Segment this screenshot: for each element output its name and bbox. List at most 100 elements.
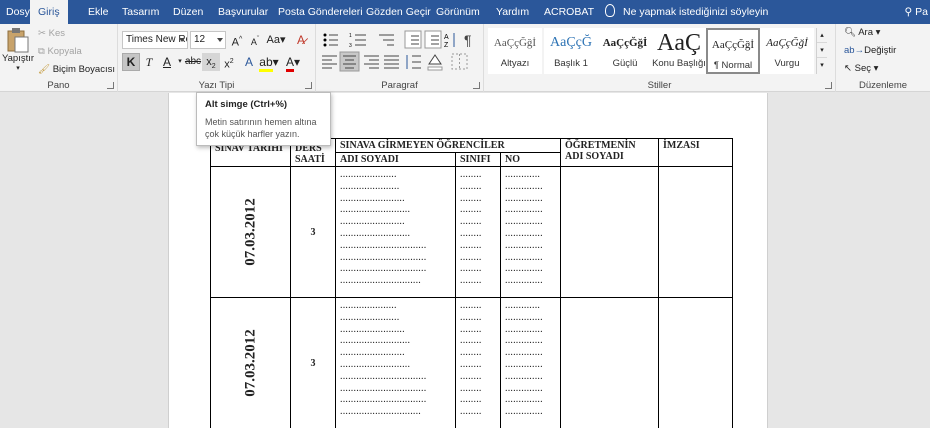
teacher-name-cell[interactable]	[560, 166, 659, 298]
dotted-line: ..............	[505, 251, 543, 263]
borders-icon[interactable]	[451, 53, 468, 70]
paste-label: Yapıştır	[2, 53, 35, 64]
style-baslik-1[interactable]: AaÇçĞ Başlık 1	[544, 28, 598, 74]
style-vurgu[interactable]: AaÇçĞğİ Vurgu	[760, 28, 814, 74]
font-launcher-icon[interactable]	[305, 82, 312, 89]
tab-ekle[interactable]: Ekle	[88, 0, 108, 24]
tab-duzen[interactable]: Düzen	[173, 0, 203, 24]
header-class: SINIFI	[455, 152, 501, 167]
dotted-line: ........	[460, 275, 482, 287]
italic-button[interactable]: T	[140, 53, 158, 71]
align-center-icon[interactable]	[339, 51, 360, 72]
text-effects-icon[interactable]: A	[240, 53, 258, 71]
student-class-cell[interactable]: ........................................…	[455, 297, 501, 428]
align-right-icon[interactable]	[364, 55, 379, 69]
subscript-button[interactable]: x2	[202, 53, 220, 71]
style-altyazi[interactable]: AaÇçĞğİ Altyazı	[488, 28, 542, 74]
font-size-select[interactable]: 12	[190, 31, 226, 49]
exam-date-cell[interactable]: 07.03.2012	[210, 166, 291, 298]
underline-dropdown-icon[interactable]: ▾	[176, 53, 184, 71]
dotted-line: ........	[460, 192, 482, 204]
svg-text:3: 3	[349, 43, 352, 49]
decrease-indent-icon[interactable]	[404, 30, 422, 49]
align-left-icon[interactable]	[322, 55, 337, 69]
tab-giris[interactable]: Giriş	[30, 0, 68, 24]
tell-me-box[interactable]: Ne yapmak istediğinizi söyleyin	[605, 0, 768, 24]
select-button[interactable]: ↖ Seç ▾	[844, 63, 878, 74]
tab-tasarim[interactable]: Tasarım	[122, 0, 159, 24]
dotted-line: ........	[460, 311, 482, 323]
highlight-color-button[interactable]: ab▾	[258, 53, 280, 72]
tab-gozden-gecir[interactable]: Gözden Geçir	[366, 0, 431, 24]
change-case-button[interactable]: Aa▾	[264, 31, 288, 49]
replace-button[interactable]: ab→Değiştir	[844, 45, 896, 56]
student-no-cell[interactable]: ........................................…	[500, 166, 561, 298]
signature-cell[interactable]	[658, 166, 733, 298]
teacher-name-cell[interactable]	[560, 297, 659, 428]
increase-indent-icon[interactable]	[424, 30, 442, 49]
shrink-font-button[interactable]: Aˇ	[246, 31, 264, 49]
dotted-line: ................................	[340, 394, 427, 406]
paste-icon	[7, 28, 29, 53]
clipboard-group-label: Pano	[47, 80, 70, 91]
student-no-cell[interactable]: ........................................…	[500, 297, 561, 428]
styles-launcher-icon[interactable]	[825, 82, 832, 89]
copy-icon: ⧉	[38, 46, 45, 57]
style-konu-basligi[interactable]: AaÇ Konu Başlığı	[652, 28, 706, 74]
paragraph-launcher-icon[interactable]	[473, 82, 480, 89]
strikethrough-button[interactable]: abc	[184, 53, 202, 71]
clear-formatting-icon[interactable]: A̷	[292, 31, 310, 49]
style-name: Başlık 1	[554, 58, 588, 69]
underline-button[interactable]: A	[158, 53, 176, 71]
cut-button[interactable]: ✂ Kes	[38, 28, 65, 39]
style-guclu[interactable]: AaÇçĞğİ Güçlü	[598, 28, 652, 74]
bullets-icon[interactable]	[323, 33, 339, 47]
copy-button[interactable]: ⧉ Kopyala	[38, 46, 82, 57]
font-color-button[interactable]: A▾	[282, 53, 304, 72]
paste-button[interactable]: Yapıştır ▾	[2, 27, 34, 72]
show-marks-icon[interactable]: ¶	[464, 32, 472, 48]
tab-gorunum[interactable]: Görünüm	[436, 0, 480, 24]
exam-hour[interactable]: 3	[290, 297, 336, 428]
dotted-line: ........	[460, 239, 482, 251]
bold-button[interactable]: K	[122, 53, 140, 71]
superscript-button[interactable]: x2	[220, 53, 238, 71]
student-class-cell[interactable]: ........................................…	[455, 166, 501, 298]
dotted-line: ..............	[505, 180, 543, 192]
signature-cell[interactable]	[658, 297, 733, 428]
font-family-select[interactable]: Times New Ro	[122, 31, 188, 49]
style-normal[interactable]: AaÇçĞğİ ¶ Normal	[706, 28, 760, 74]
grow-font-button[interactable]: A^	[228, 31, 246, 49]
shading-icon[interactable]	[427, 54, 443, 71]
svg-text:A: A	[444, 34, 449, 41]
table-row: 07.03.2012 3 ...........................…	[210, 166, 733, 298]
justify-icon[interactable]	[384, 55, 399, 69]
tab-acrobat[interactable]: ACROBAT	[544, 0, 594, 24]
sort-icon[interactable]: AZ	[444, 33, 455, 49]
clipboard-launcher-icon[interactable]	[107, 82, 114, 89]
tab-yardim[interactable]: Yardım	[496, 0, 529, 24]
dotted-line: ..............	[505, 227, 543, 239]
student-names-cell[interactable]: ........................................…	[335, 166, 456, 298]
tab-basvurular[interactable]: Başvurular	[218, 0, 268, 24]
scissors-icon: ✂	[38, 28, 46, 39]
multilevel-list-icon[interactable]	[379, 34, 394, 46]
more-styles-icon[interactable]: ▾	[817, 58, 827, 73]
line-spacing-icon[interactable]	[406, 55, 421, 69]
scroll-up-icon[interactable]: ▴	[817, 28, 827, 43]
scroll-down-icon[interactable]: ▾	[817, 43, 827, 58]
svg-text:Z: Z	[444, 42, 449, 49]
styles-gallery-scroll[interactable]: ▴ ▾ ▾	[816, 28, 827, 74]
format-painter-label: Biçim Boyacısı	[52, 64, 115, 75]
format-painter-button[interactable]: 🖌 Biçim Boyacısı	[38, 64, 115, 75]
exam-date-cell[interactable]: 07.03.2012	[210, 297, 291, 428]
dotted-line: ..............	[505, 216, 543, 228]
user-account[interactable]: ⚲ Pa	[905, 0, 928, 24]
find-button[interactable]: 🔍︎ Ara ▾	[844, 27, 880, 38]
tab-posta-gonderileri[interactable]: Posta Göndereleri	[278, 0, 363, 24]
editing-group: 🔍︎ Ara ▾ ab→Değiştir ↖ Seç ▾ Düzenleme	[836, 24, 930, 92]
exam-hour[interactable]: 3	[290, 166, 336, 298]
numbering-icon[interactable]: 13	[349, 33, 366, 49]
dotted-line: ................................	[340, 370, 427, 382]
student-names-cell[interactable]: ........................................…	[335, 297, 456, 428]
